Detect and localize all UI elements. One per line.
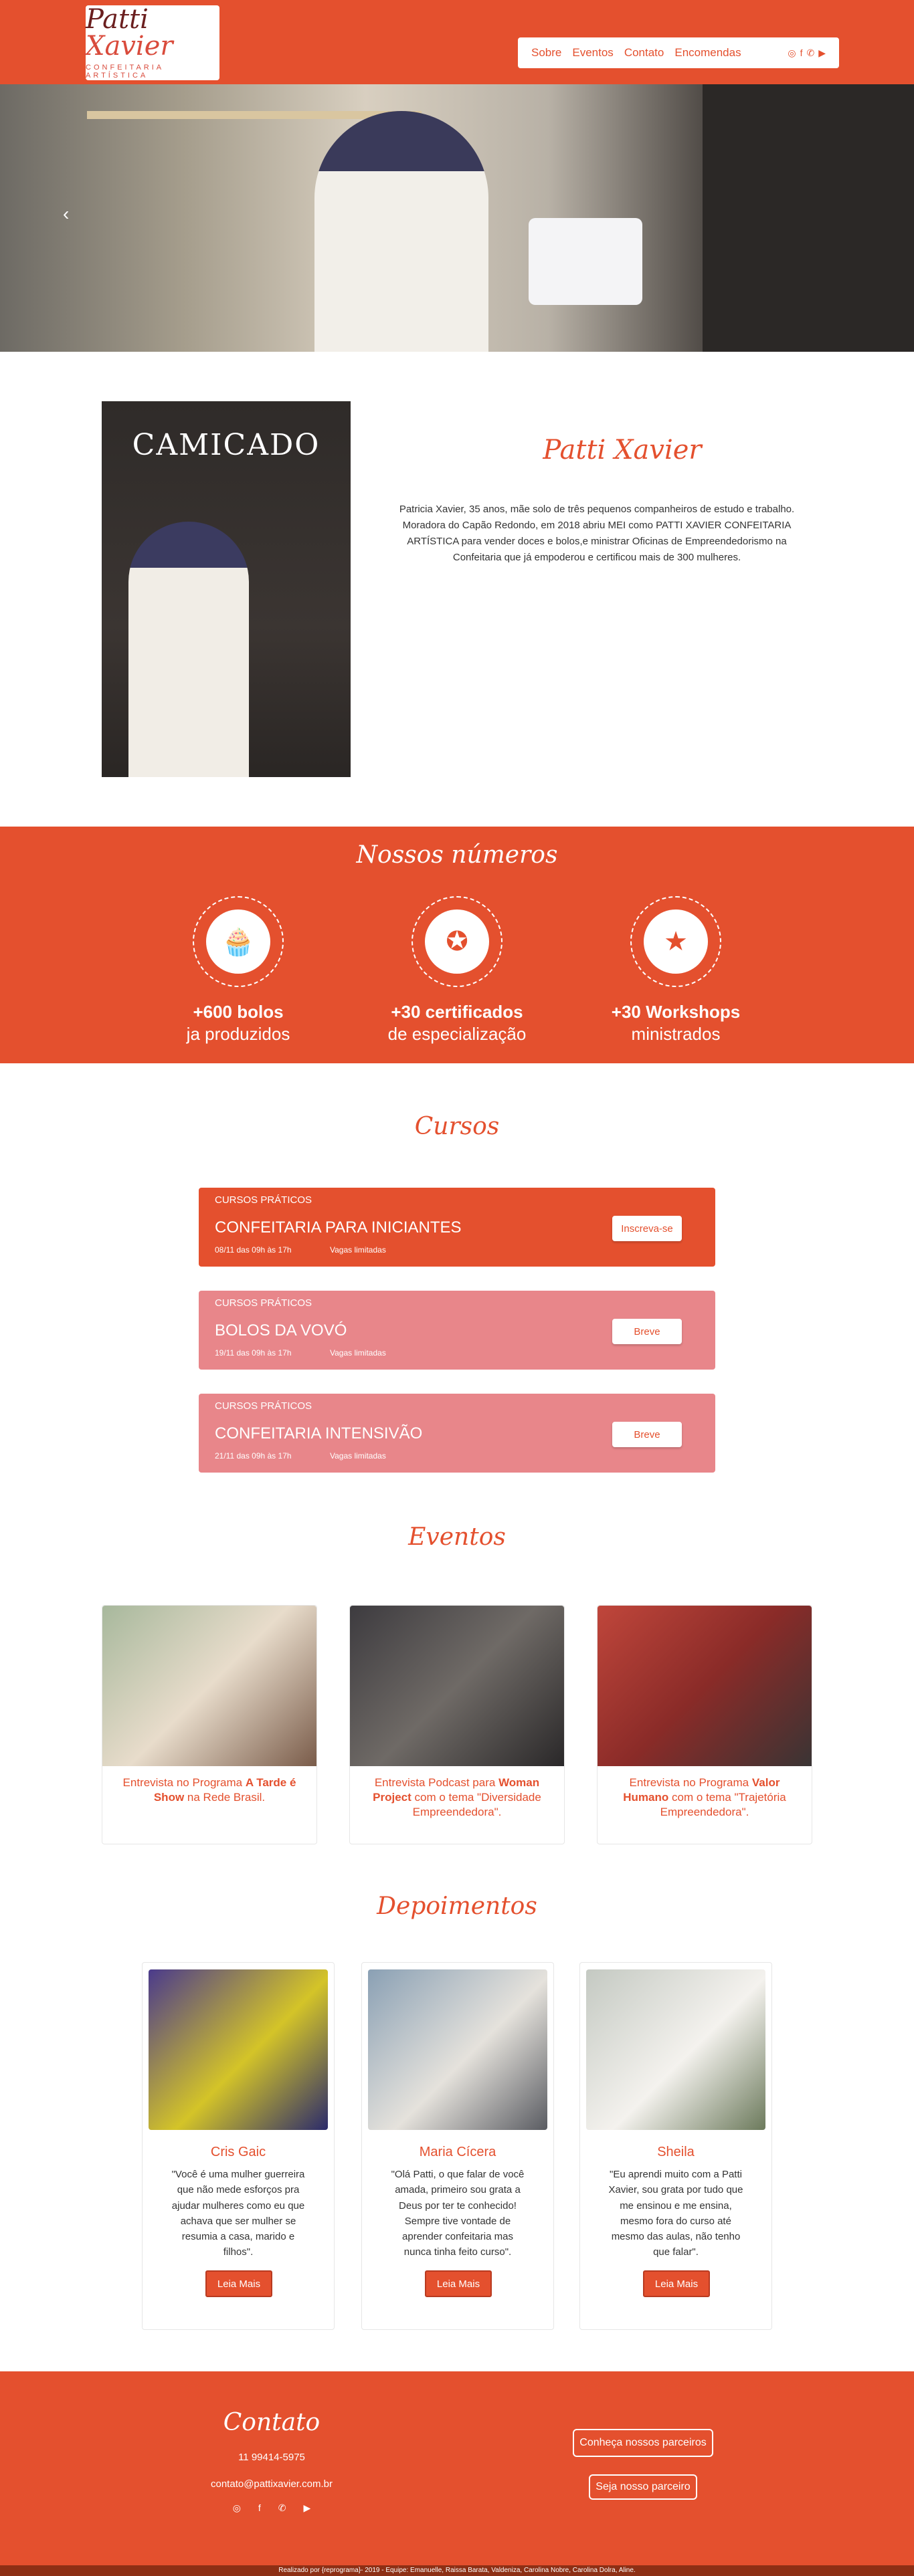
stat-workshops: ★ +30 Workshops ministrados (575, 896, 776, 1045)
course-name: BOLOS DA VOVÓ (215, 1321, 347, 1339)
stat-bolos: 🧁 +600 bolos ja produzidos (138, 896, 339, 1045)
contact-phone[interactable]: 11 99414-5975 (171, 2452, 372, 2463)
about-title: Patti Xavier (543, 435, 702, 465)
logo[interactable]: Patti Xavier CONFEITARIA ARTÍSTICA (86, 5, 219, 80)
leia-mais-button[interactable]: Leia Mais (643, 2270, 710, 2297)
course-category: CURSOS PRÁTICOS (215, 1400, 312, 1412)
leia-mais-button[interactable]: Leia Mais (205, 2270, 272, 2297)
inscreva-se-button[interactable]: Inscreva-se (612, 1216, 682, 1241)
facebook-icon[interactable]: f (800, 47, 803, 59)
instagram-icon[interactable]: ◎ (233, 2502, 241, 2514)
testimonial-quote: "Olá Patti, o que falar de você amada, p… (391, 2169, 525, 2258)
page: Patti Xavier CONFEITARIA ARTÍSTICA Sobre… (0, 0, 914, 2576)
main-nav: Sobre Eventos Contato Encomendas ◎ f ✆ ▶ (518, 37, 839, 68)
stat-big: +30 certificados (391, 1002, 523, 1022)
course-date: 08/11 das 09h às 17h (215, 1245, 292, 1255)
event-caption: Entrevista no Programa Valor Humano com … (623, 1776, 786, 1819)
testimonial-name: Maria Cícera (419, 2145, 496, 2159)
testimonial-image (586, 1969, 765, 2130)
contact-section: Contato 11 99414-5975 contato@pattixavie… (0, 2371, 914, 2565)
event-image (102, 1606, 316, 1766)
event-caption: Entrevista Podcast para Woman Project co… (373, 1776, 541, 1819)
youtube-icon[interactable]: ▶ (818, 47, 826, 59)
stat-small: ministrados (631, 1024, 721, 1044)
course-date: 19/11 das 09h às 17h (215, 1348, 292, 1358)
course-card: CURSOS PRÁTICOS BOLOS DA VOVÓ 19/11 das … (199, 1291, 715, 1370)
about-photo: CAMICADO (102, 401, 351, 777)
nav-link-contato[interactable]: Contato (624, 46, 664, 60)
stat-big: +30 Workshops (611, 1002, 741, 1022)
workshop-icon: ★ (644, 909, 708, 974)
course-vagas: Vagas limitadas (330, 1451, 386, 1461)
course-name: CONFEITARIA INTENSIVÃO (215, 1424, 423, 1442)
chevron-left-icon[interactable]: ‹ (63, 203, 69, 225)
whatsapp-icon[interactable]: ✆ (806, 47, 814, 59)
photo-brand: CAMICADO (132, 428, 321, 462)
testimonial-quote: "Eu aprendi muito com a Patti Xavier, so… (608, 2169, 743, 2258)
courses-title: Cursos (414, 1113, 500, 1140)
testimonial-card: Sheila "Eu aprendi muito com a Patti Xav… (579, 1962, 772, 2330)
partners-button[interactable]: Conheça nossos parceiros (573, 2429, 713, 2457)
testimonial-card: Maria Cícera "Olá Patti, o que falar de … (361, 1962, 554, 2330)
award-icon: ✪ (425, 909, 489, 974)
stat-certificados: ✪ +30 certificados de especialização (357, 896, 557, 1045)
nav-link-eventos[interactable]: Eventos (572, 46, 613, 60)
hero-cake (529, 218, 642, 305)
course-category: CURSOS PRÁTICOS (215, 1297, 312, 1309)
testimonial-name: Sheila (657, 2145, 695, 2159)
course-category: CURSOS PRÁTICOS (215, 1194, 312, 1206)
event-card[interactable]: Entrevista Podcast para Woman Project co… (349, 1605, 565, 1844)
footer: Realizado por {reprograma}- 2019 - Equip… (0, 2565, 914, 2576)
contact-email[interactable]: contato@pattixavier.com.br (171, 2478, 372, 2490)
site-header: Patti Xavier CONFEITARIA ARTÍSTICA Sobre… (0, 0, 914, 84)
testimonial-name: Cris Gaic (210, 2145, 266, 2159)
testimonial-card: Cris Gaic "Você é uma mulher guerreira q… (142, 1962, 335, 2330)
hero-image: ‹ (0, 84, 914, 352)
leia-mais-button[interactable]: Leia Mais (425, 2270, 492, 2297)
cupcake-icon: 🧁 (206, 909, 270, 974)
course-card: CURSOS PRÁTICOS CONFEITARIA PARA INICIAN… (199, 1188, 715, 1267)
stat-small: de especialização (387, 1024, 527, 1044)
event-card[interactable]: Entrevista no Programa A Tarde é Show na… (102, 1605, 317, 1844)
stat-small: ja produzidos (186, 1024, 290, 1044)
hero-chef (314, 111, 488, 352)
about-person (128, 522, 249, 777)
stat-big: +600 bolos (193, 1002, 284, 1022)
breve-button[interactable]: Breve (612, 1319, 682, 1344)
breve-button[interactable]: Breve (612, 1422, 682, 1447)
testimonials-title: Depoimentos (377, 1893, 537, 1920)
course-vagas: Vagas limitadas (330, 1245, 386, 1255)
logo-subtitle: CONFEITARIA ARTÍSTICA (86, 64, 164, 80)
facebook-icon[interactable]: f (258, 2502, 261, 2514)
hero-chalkboard (703, 84, 914, 352)
nav-link-sobre[interactable]: Sobre (531, 46, 561, 60)
testimonial-image (368, 1969, 547, 2130)
event-image (598, 1606, 812, 1766)
testimonial-quote: "Você é uma mulher guerreira que não med… (171, 2169, 305, 2258)
events-title: Eventos (408, 1523, 506, 1551)
contact-social: ◎ f ✆ ▶ (171, 2502, 372, 2514)
youtube-icon[interactable]: ▶ (304, 2502, 311, 2514)
testimonial-image (149, 1969, 328, 2130)
course-name: CONFEITARIA PARA INICIANTES (215, 1218, 462, 1237)
contact-title: Contato (223, 2409, 321, 2436)
about-text: Patricia Xavier, 35 anos, mãe solo de tr… (399, 504, 795, 563)
nav-link-encomendas[interactable]: Encomendas (674, 46, 741, 60)
numbers-title: Nossos números (356, 841, 558, 869)
course-vagas: Vagas limitadas (330, 1348, 386, 1358)
nav-social: ◎ f ✆ ▶ (788, 47, 826, 59)
whatsapp-icon[interactable]: ✆ (278, 2502, 286, 2514)
event-image (350, 1606, 564, 1766)
instagram-icon[interactable]: ◎ (788, 47, 796, 59)
course-date: 21/11 das 09h às 17h (215, 1451, 292, 1461)
event-caption: Entrevista no Programa A Tarde é Show na… (122, 1776, 296, 1804)
event-card[interactable]: Entrevista no Programa Valor Humano com … (597, 1605, 812, 1844)
course-card: CURSOS PRÁTICOS CONFEITARIA INTENSIVÃO 2… (199, 1394, 715, 1473)
numbers-section: Nossos números 🧁 +600 bolos ja produzido… (0, 827, 914, 1063)
logo-text-b: Xavier (86, 31, 173, 62)
become-partner-button[interactable]: Seja nosso parceiro (589, 2474, 697, 2500)
